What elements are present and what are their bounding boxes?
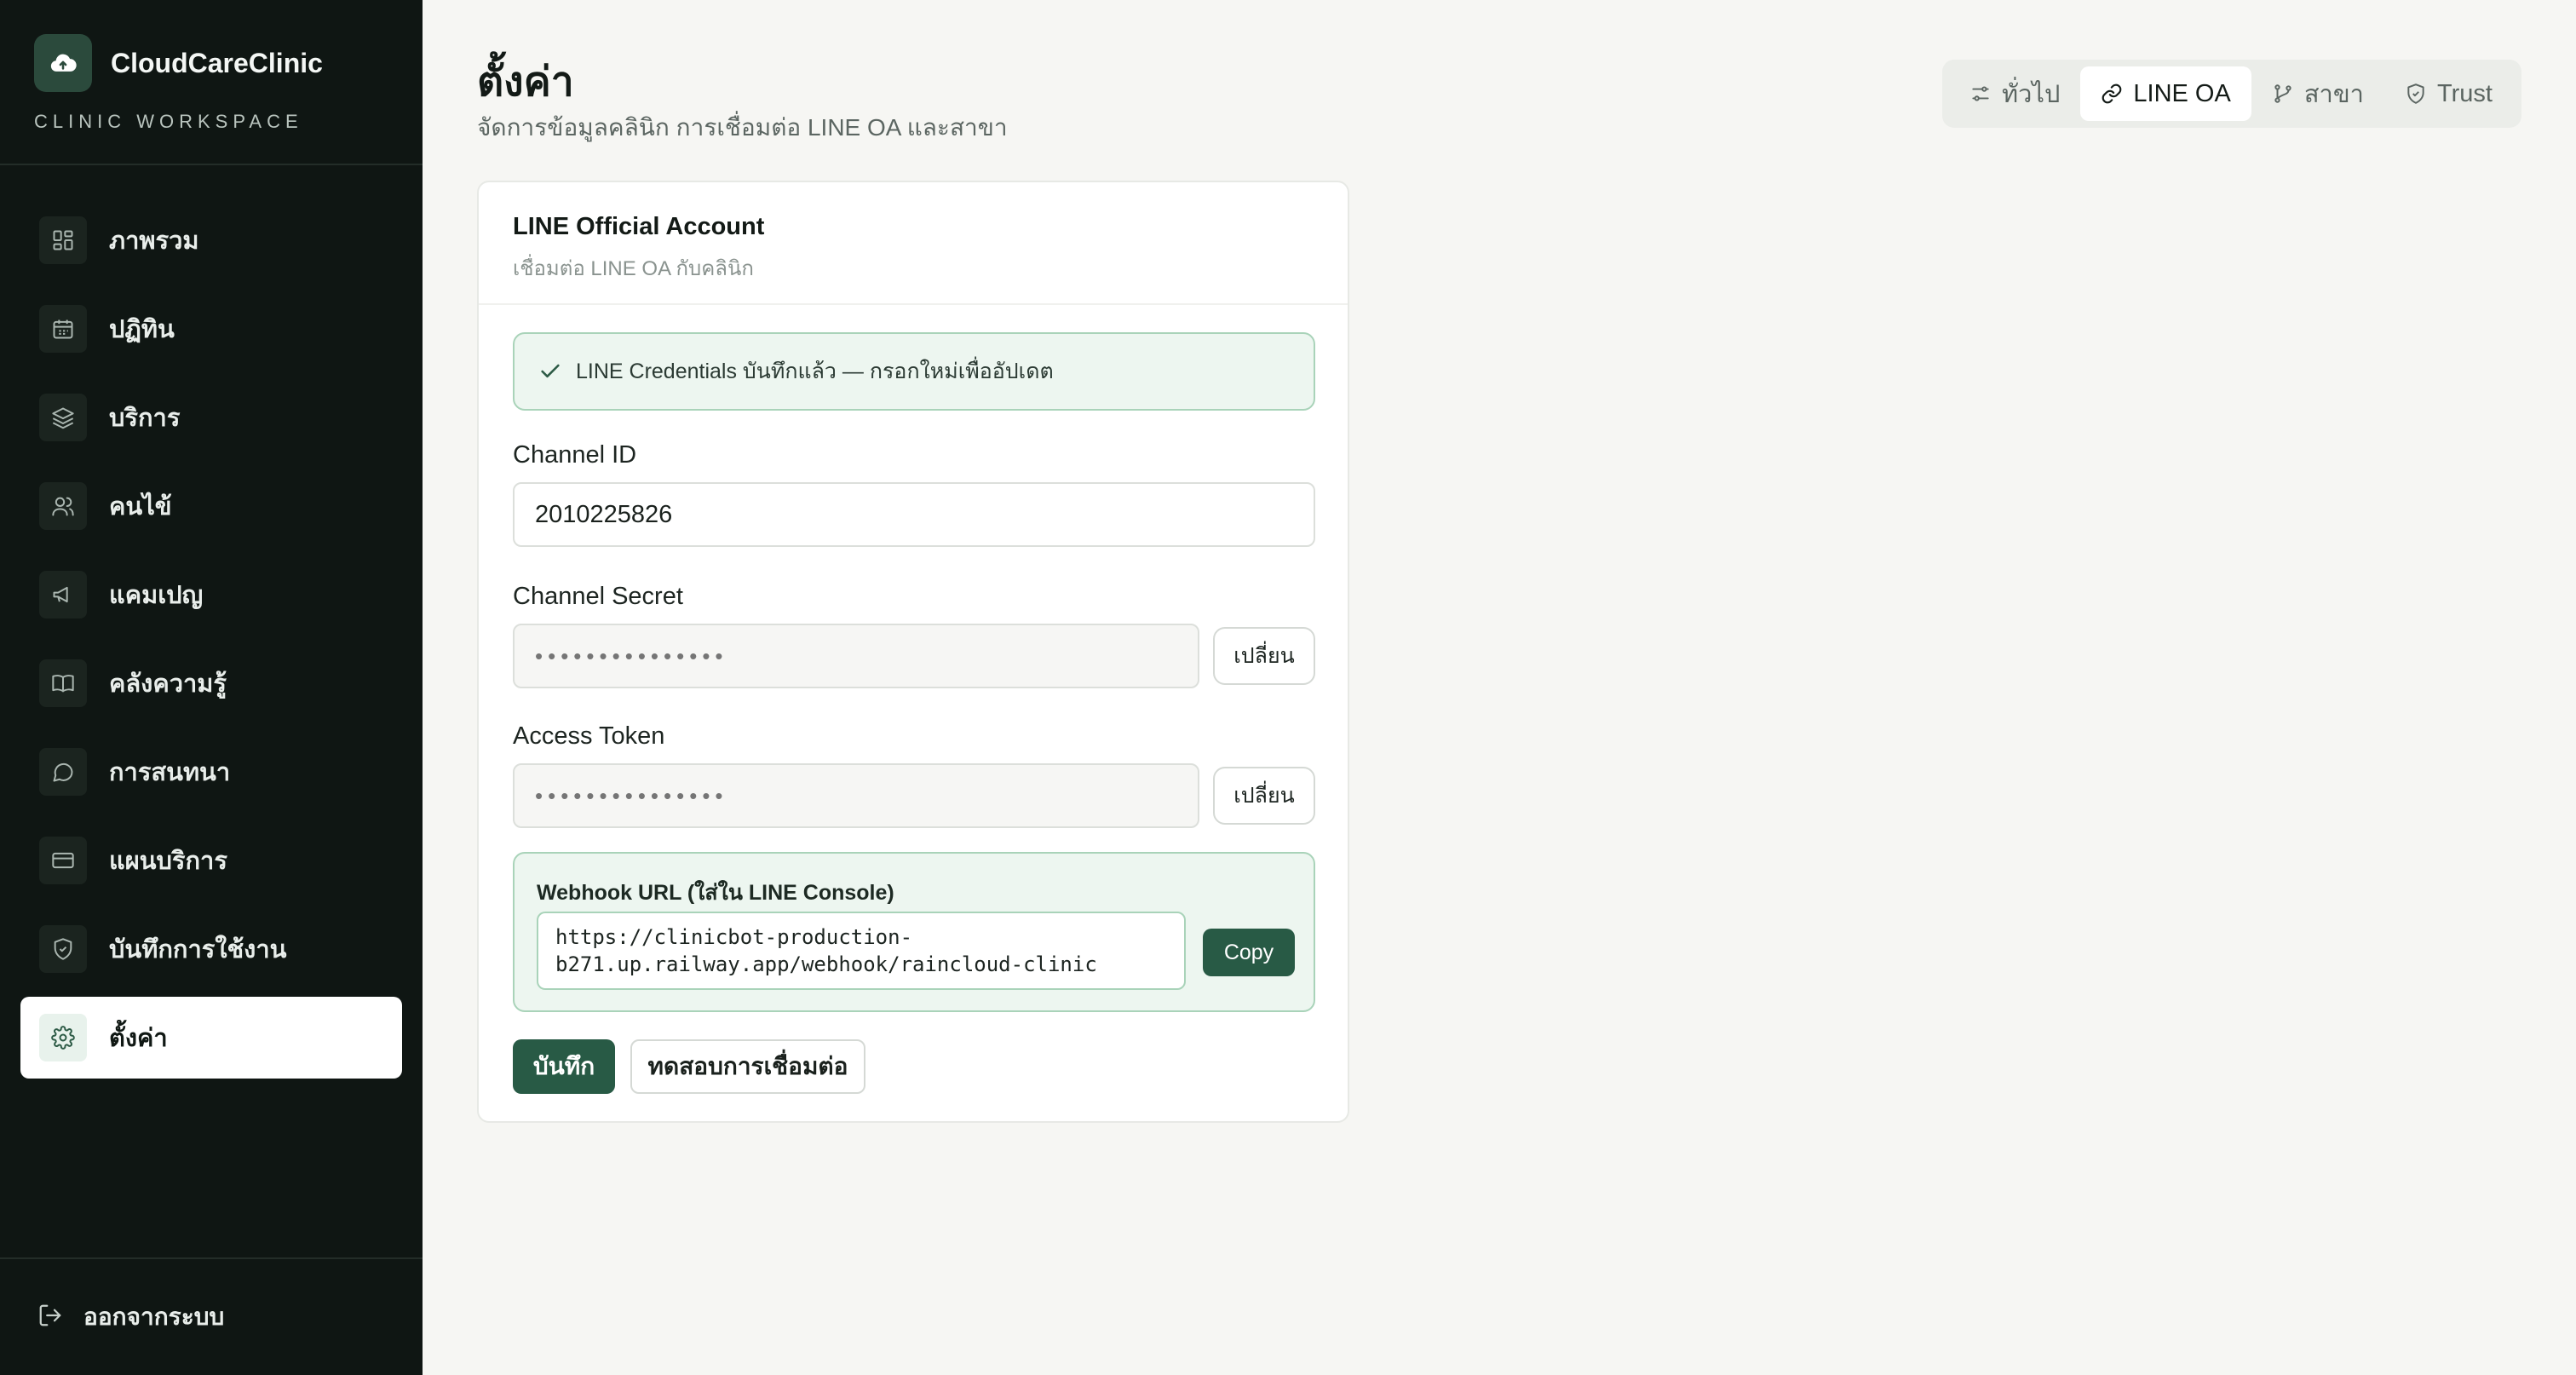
card-subtitle: เชื่อมต่อ LINE OA กับคลินิก — [513, 257, 754, 280]
sidebar-item-label: การสนทนา — [109, 759, 231, 786]
tab-label: สาขา — [2303, 81, 2364, 108]
card-title: LINE Official Account — [513, 213, 765, 240]
change-secret-button[interactable]: เปลี่ยน — [1213, 627, 1315, 685]
sidebar-item-overview[interactable]: ภาพรวม — [20, 199, 402, 281]
megaphone-icon — [39, 571, 87, 618]
sidebar-item-plans[interactable]: แผนบริการ — [20, 820, 402, 901]
sidebar-item-settings[interactable]: ตั้งค่า — [20, 997, 402, 1079]
sidebar-nav: ภาพรวม ปฏิทิน บริการ คนไข้ แคมเปญ คลังคว… — [20, 199, 402, 1085]
page-subtitle: จัดการข้อมูลคลินิก การเชื่อมต่อ LINE OA … — [477, 114, 1008, 141]
change-token-button[interactable]: เปลี่ยน — [1213, 767, 1315, 825]
brand-name: CloudCareClinic — [111, 47, 323, 78]
sidebar-item-campaigns[interactable]: แคมเปญ — [20, 554, 402, 636]
line-oa-card: LINE Official Account เชื่อมต่อ LINE OA … — [477, 181, 1349, 1123]
brand: CloudCareClinic CLINIC WORKSPACE — [0, 0, 423, 165]
settings-tabs: ทั่วไป LINE OA สาขา Trust — [1942, 60, 2521, 128]
brand-subtitle: CLINIC WORKSPACE — [34, 111, 303, 132]
sidebar-item-label: ภาพรวม — [109, 227, 199, 255]
webhook-label: Webhook URL (ใส่ใน LINE Console) — [537, 881, 894, 905]
brand-row: CloudCareClinic — [34, 34, 423, 92]
tab-trust[interactable]: Trust — [2384, 66, 2513, 121]
sidebar-item-label: แผนบริการ — [109, 848, 227, 875]
card-icon — [39, 837, 87, 884]
save-button[interactable]: บันทึก — [513, 1039, 615, 1094]
tab-label: LINE OA — [2133, 79, 2231, 107]
sliders-icon — [1972, 86, 1989, 101]
page-title: ตั้งค่า — [477, 60, 574, 105]
check-icon — [541, 364, 560, 378]
test-connection-button[interactable]: ทดสอบการเชื่อมต่อ — [630, 1039, 865, 1094]
access-token-label: Access Token — [513, 722, 665, 750]
tab-branches[interactable]: สาขา — [2251, 66, 2384, 121]
sidebar-item-label: บันทึกการใช้งาน — [109, 936, 287, 964]
access-token-input[interactable] — [513, 763, 1199, 828]
sidebar-item-calendar[interactable]: ปฏิทิน — [20, 288, 402, 370]
sidebar-item-patients[interactable]: คนไข้ — [20, 465, 402, 547]
sidebar-item-label: คนไข้ — [109, 493, 172, 521]
layers-icon — [39, 394, 87, 441]
channel-secret-input[interactable] — [513, 624, 1199, 688]
tab-line-oa[interactable]: LINE OA — [2080, 66, 2251, 121]
logout-label: ออกจากระบบ — [83, 1303, 225, 1330]
channel-id-input[interactable] — [513, 482, 1315, 547]
shield-icon — [39, 925, 87, 973]
branch-icon — [2274, 84, 2291, 103]
sidebar-item-knowledge[interactable]: คลังความรู้ — [20, 642, 402, 724]
link-icon — [2102, 83, 2122, 104]
users-icon — [39, 482, 87, 530]
sidebar-item-label: คลังความรู้ — [109, 670, 227, 698]
cloud-icon — [34, 34, 92, 92]
channel-id-label: Channel ID — [513, 441, 637, 469]
sidebar-item-label: ปฏิทิน — [109, 316, 175, 343]
sidebar: CloudCareClinic CLINIC WORKSPACE ภาพรวม … — [0, 0, 423, 1375]
book-icon — [39, 659, 87, 707]
sidebar-item-conversations[interactable]: การสนทนา — [20, 731, 402, 813]
credentials-saved-alert: LINE Credentials บันทึกแล้ว — กรอกใหม่เพ… — [513, 332, 1315, 411]
shield-check-icon — [2407, 83, 2424, 104]
chat-icon — [39, 748, 87, 796]
logout-button[interactable]: ออกจากระบบ — [0, 1257, 423, 1375]
sidebar-item-label: แคมเปญ — [109, 582, 204, 609]
tab-label: Trust — [2436, 79, 2493, 107]
channel-secret-label: Channel Secret — [513, 583, 683, 610]
calendar-icon — [39, 305, 87, 353]
sidebar-item-label: บริการ — [109, 405, 181, 432]
sidebar-item-audit-log[interactable]: บันทึกการใช้งาน — [20, 908, 402, 990]
card-header: LINE Official Account เชื่อมต่อ LINE OA … — [479, 182, 1348, 305]
sidebar-item-label: ตั้งค่า — [109, 1025, 168, 1052]
sidebar-item-services[interactable]: บริการ — [20, 377, 402, 458]
webhook-url-field[interactable]: https://clinicbot-production-b271.up.rai… — [537, 912, 1186, 990]
copy-button[interactable]: Copy — [1203, 929, 1295, 976]
tab-label: ทั่วไป — [2002, 81, 2061, 108]
logout-icon — [37, 1303, 63, 1332]
dashboard-icon — [39, 216, 87, 264]
webhook-box: Webhook URL (ใส่ใน LINE Console) https:/… — [513, 852, 1315, 1012]
alert-text: LINE Credentials บันทึกแล้ว — กรอกใหม่เพ… — [576, 360, 1054, 383]
gear-icon — [39, 1014, 87, 1061]
tab-general[interactable]: ทั่วไป — [1949, 66, 2080, 121]
